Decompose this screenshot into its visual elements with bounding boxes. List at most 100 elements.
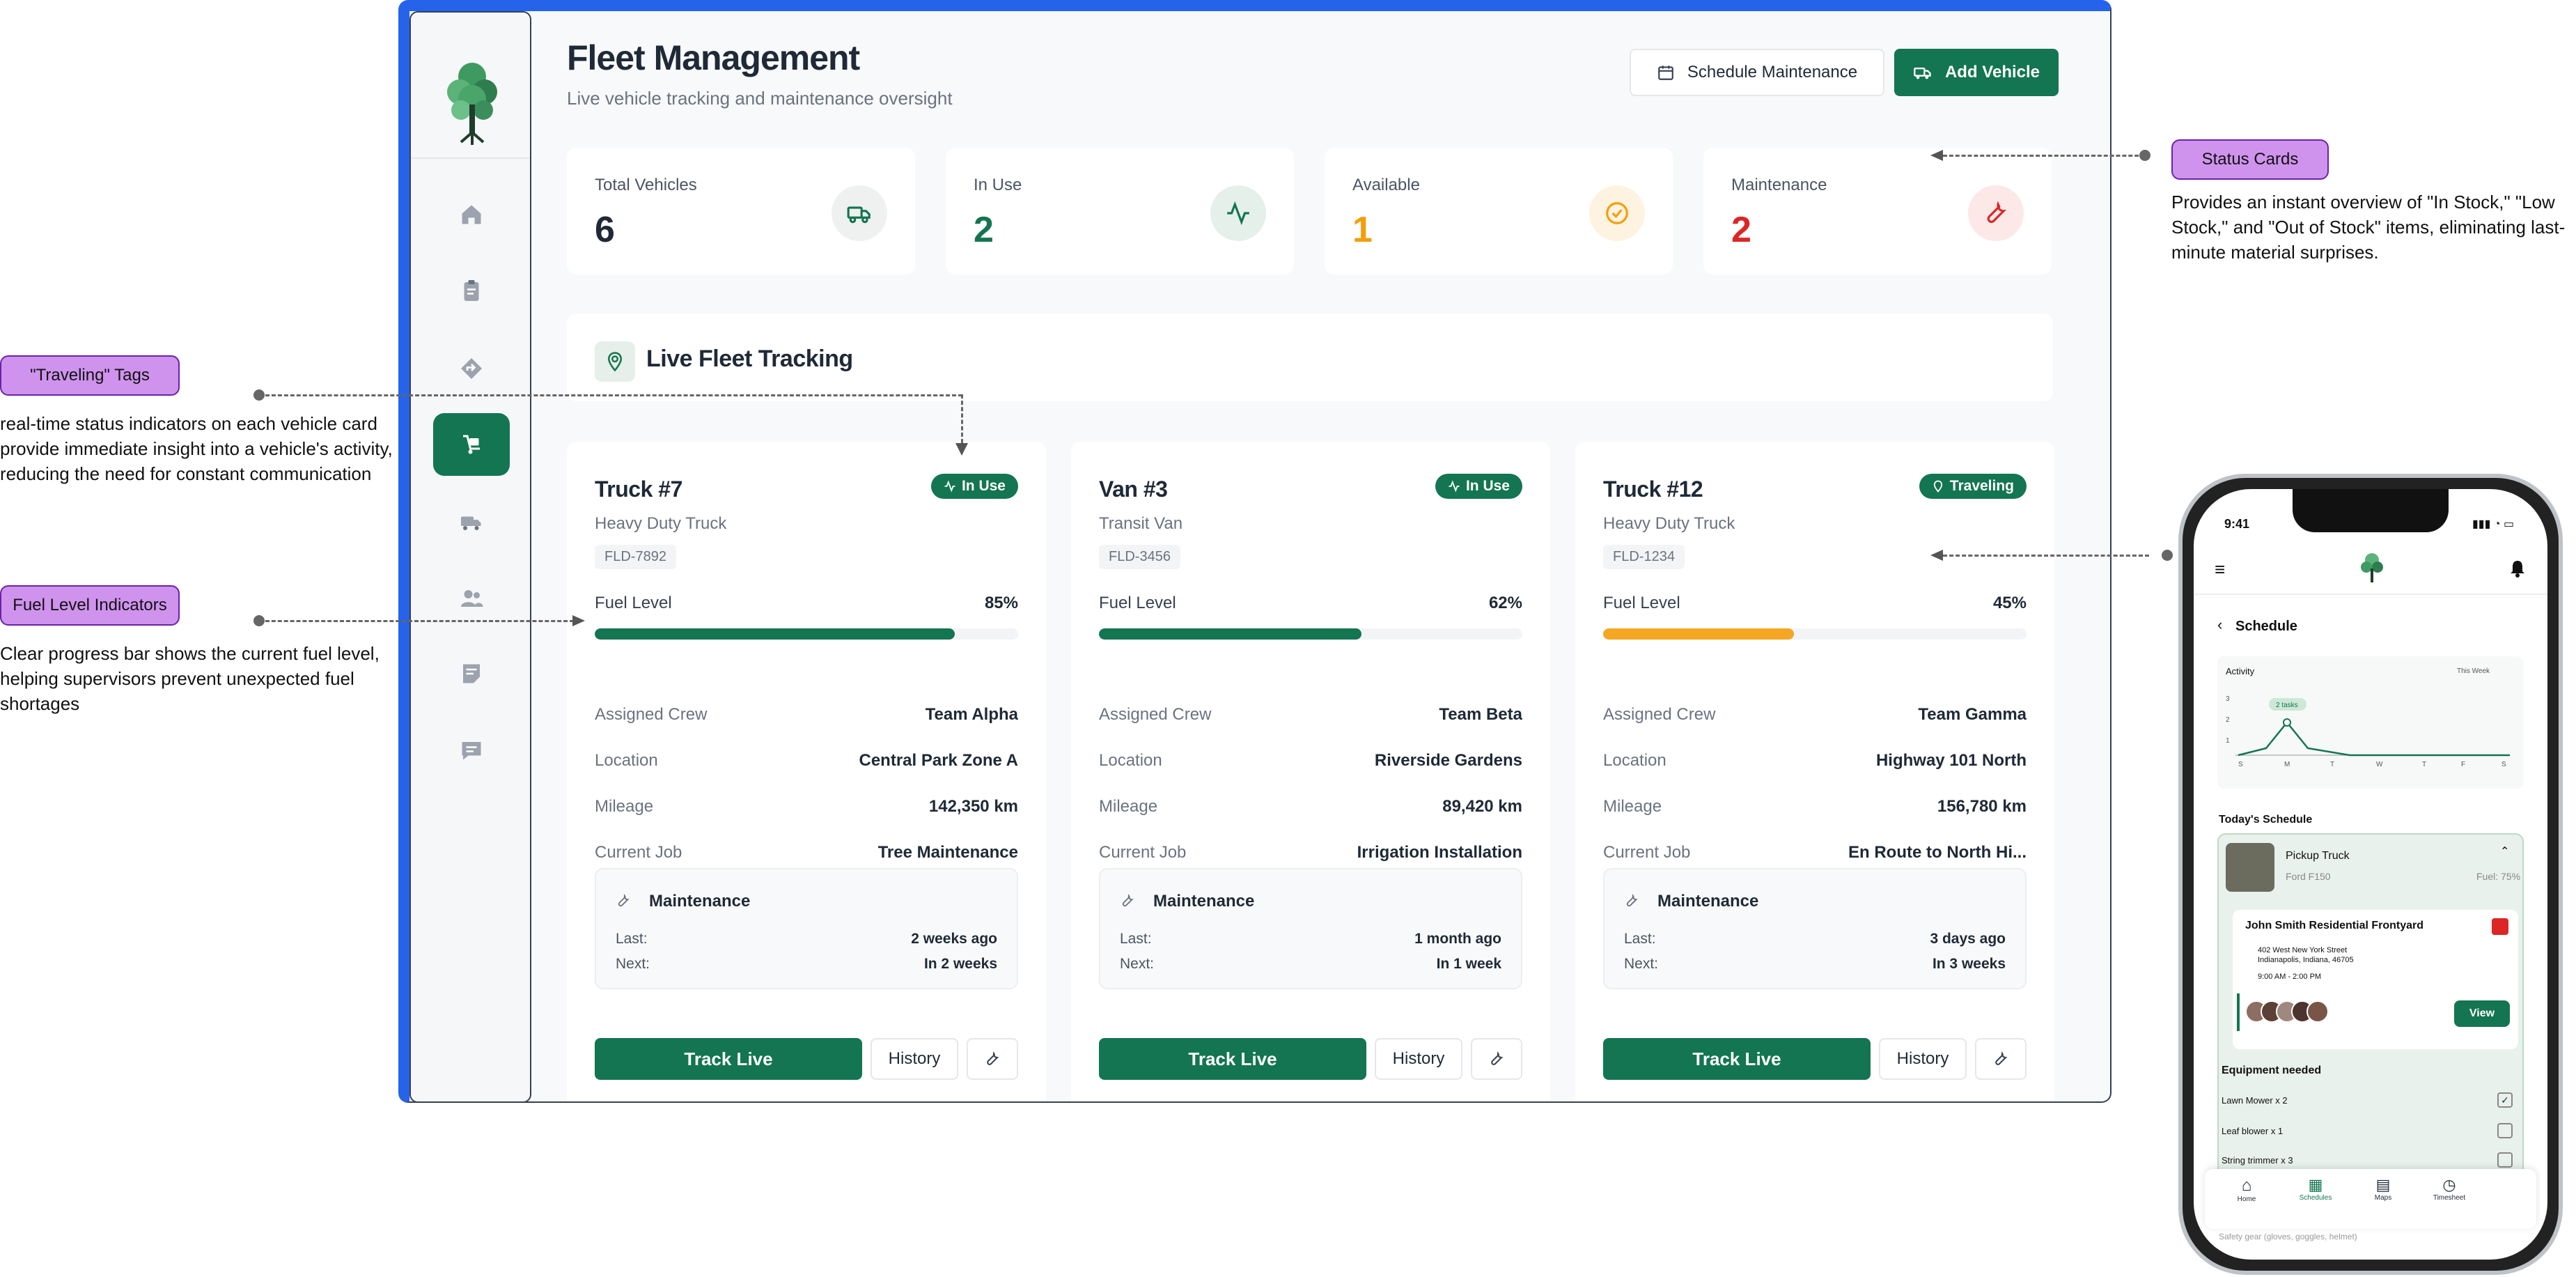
nav-directions-icon[interactable]	[433, 337, 510, 400]
y-axis-ticks: 3 2 1	[2226, 695, 2230, 745]
signal-battery-icon: ▮▮▮ ◔ ▭	[2472, 518, 2515, 530]
stat-card-available: Available 1	[1325, 148, 1673, 274]
equipment-checkbox-checked[interactable]: ✓	[2497, 1092, 2513, 1108]
fuel-level-callout: Fuel Level Indicators	[0, 585, 180, 626]
location-value: Central Park Zone A	[859, 751, 1018, 770]
vehicle-model: Ford F150	[2286, 871, 2331, 882]
history-button[interactable]: History	[1375, 1038, 1462, 1080]
maintenance-button[interactable]	[1471, 1038, 1522, 1080]
activity-label: Activity	[2226, 666, 2255, 676]
x-tick: W	[2376, 761, 2383, 768]
history-button[interactable]: History	[871, 1038, 958, 1080]
mileage-label: Mileage	[595, 797, 654, 816]
tree-logo-icon	[2361, 553, 2383, 582]
map-pin-icon	[1933, 480, 1942, 493]
timeline-bar	[2237, 993, 2240, 1031]
maintenance-button[interactable]	[1975, 1038, 2027, 1080]
maintenance-next-label: Next:	[616, 956, 650, 972]
activity-icon	[1449, 480, 1460, 493]
schedule-item-card[interactable]: Pickup Truck Ford F150 Fuel: 75% ⌃ John …	[2217, 833, 2524, 1195]
connector-dot	[2139, 150, 2150, 161]
vehicle-name: Truck #7	[595, 477, 682, 502]
phone-mockup: 9:41 ▮▮▮ ◔ ▭ ≡ ‹ Schedule Activity This …	[2178, 474, 2563, 1275]
map-pin-icon	[595, 341, 635, 382]
stat-value: 2	[1731, 210, 1751, 250]
chevron-up-icon[interactable]: ⌃	[2500, 844, 2509, 858]
job-title: John Smith Residential Frontyard	[2245, 920, 2424, 931]
alert-badge-icon	[2492, 918, 2508, 935]
tab-maps[interactable]: ▤ Maps	[2362, 1176, 2404, 1202]
x-tick: S	[2501, 761, 2506, 768]
map-icon: ▤	[2375, 1176, 2391, 1193]
nav-chat-icon[interactable]	[433, 719, 510, 782]
fuel-progress-fill	[595, 628, 955, 640]
maintenance-next-value: In 1 week	[1436, 956, 1501, 972]
sidebar-divider	[411, 157, 530, 159]
nav-home-icon[interactable]	[433, 183, 510, 246]
track-live-button[interactable]: Track Live	[1099, 1038, 1366, 1080]
dashboard-window: Fleet Management Live vehicle tracking a…	[398, 0, 2111, 1103]
screen-title: Schedule	[2235, 619, 2297, 634]
view-button[interactable]: View	[2454, 1000, 2510, 1027]
tab-label: Timesheet	[2433, 1194, 2466, 1202]
maintenance-button[interactable]	[967, 1038, 1018, 1080]
track-live-button[interactable]: Track Live	[595, 1038, 862, 1080]
fuel-percent: 62%	[1488, 594, 1522, 612]
truck-icon	[832, 185, 887, 241]
equipment-checkbox[interactable]	[2497, 1123, 2513, 1138]
bell-icon[interactable]	[2508, 559, 2527, 578]
wrench-icon	[1626, 893, 1638, 907]
activity-icon	[944, 480, 955, 493]
nav-truck-icon[interactable]	[433, 490, 510, 553]
add-vehicle-button[interactable]: Add Vehicle	[1894, 49, 2059, 96]
page-subtitle: Live vehicle tracking and maintenance ov…	[567, 88, 953, 109]
wrench-icon	[1995, 1051, 2008, 1065]
status-cards-callout: Status Cards	[2171, 139, 2329, 180]
nav-fleet-icon[interactable]	[433, 413, 510, 476]
x-tick: T	[2422, 761, 2426, 768]
fuel-progress-bar	[1099, 628, 1522, 640]
job-value: Tree Maintenance	[877, 843, 1018, 862]
crew-label: Assigned Crew	[595, 705, 708, 724]
nav-notes-icon[interactable]	[433, 642, 510, 705]
home-icon: ⌂	[2241, 1176, 2252, 1195]
tab-label: Home	[2237, 1195, 2256, 1203]
truck-icon	[1914, 68, 1931, 79]
tab-home[interactable]: ⌂ Home	[2226, 1176, 2267, 1203]
stat-value: 1	[1352, 210, 1373, 250]
stat-value: 2	[974, 210, 994, 250]
equipment-item: Leaf blower x 1	[2222, 1126, 2284, 1136]
status-tag: In Use	[1435, 474, 1522, 499]
maintenance-next-value: In 3 weeks	[1932, 956, 2006, 972]
license-plate: FLD-7892	[595, 545, 676, 569]
period-select[interactable]: This Week	[2457, 667, 2490, 675]
hamburger-menu-icon[interactable]: ≡	[2215, 559, 2225, 580]
maintenance-last-value: 2 weeks ago	[911, 931, 997, 947]
mileage-value: 142,350 km	[928, 797, 1018, 816]
fuel-percent: 85%	[984, 594, 1018, 612]
today-schedule-title: Today's Schedule	[2219, 814, 2313, 826]
maintenance-last-value: 1 month ago	[1414, 931, 1501, 947]
history-button[interactable]: History	[1879, 1038, 1967, 1080]
back-chevron-icon[interactable]: ‹	[2217, 616, 2222, 634]
nav-clipboard-icon[interactable]	[433, 259, 510, 322]
y-tick: 2	[2226, 716, 2230, 724]
vehicle-name: Pickup Truck	[2286, 850, 2350, 862]
vehicle-card: Truck #7 In Use Heavy Duty Truck FLD-7892 Fu…	[567, 442, 1046, 1101]
track-live-button[interactable]: Track Live	[1603, 1038, 1871, 1080]
x-tick: T	[2330, 761, 2334, 768]
clock-icon: ◷	[2442, 1176, 2456, 1193]
schedule-maintenance-button[interactable]: Schedule Maintenance	[1630, 49, 1884, 96]
maintenance-last-label: Last:	[616, 931, 648, 947]
vehicle-photo	[2226, 843, 2274, 892]
wrench-icon	[1122, 893, 1134, 907]
tab-timesheet[interactable]: ◷ Timesheet	[2425, 1176, 2474, 1202]
x-axis-ticks: S M T W T F S	[2238, 761, 2506, 768]
location-label: Location	[595, 751, 658, 770]
equipment-checkbox[interactable]	[2497, 1152, 2513, 1168]
tab-schedules[interactable]: ▦ Schedules	[2291, 1176, 2340, 1202]
tab-label: Schedules	[2299, 1194, 2332, 1202]
maintenance-title: Maintenance	[1153, 892, 1255, 911]
mileage-label: Mileage	[1099, 797, 1158, 816]
tree-logo-icon	[440, 56, 504, 146]
